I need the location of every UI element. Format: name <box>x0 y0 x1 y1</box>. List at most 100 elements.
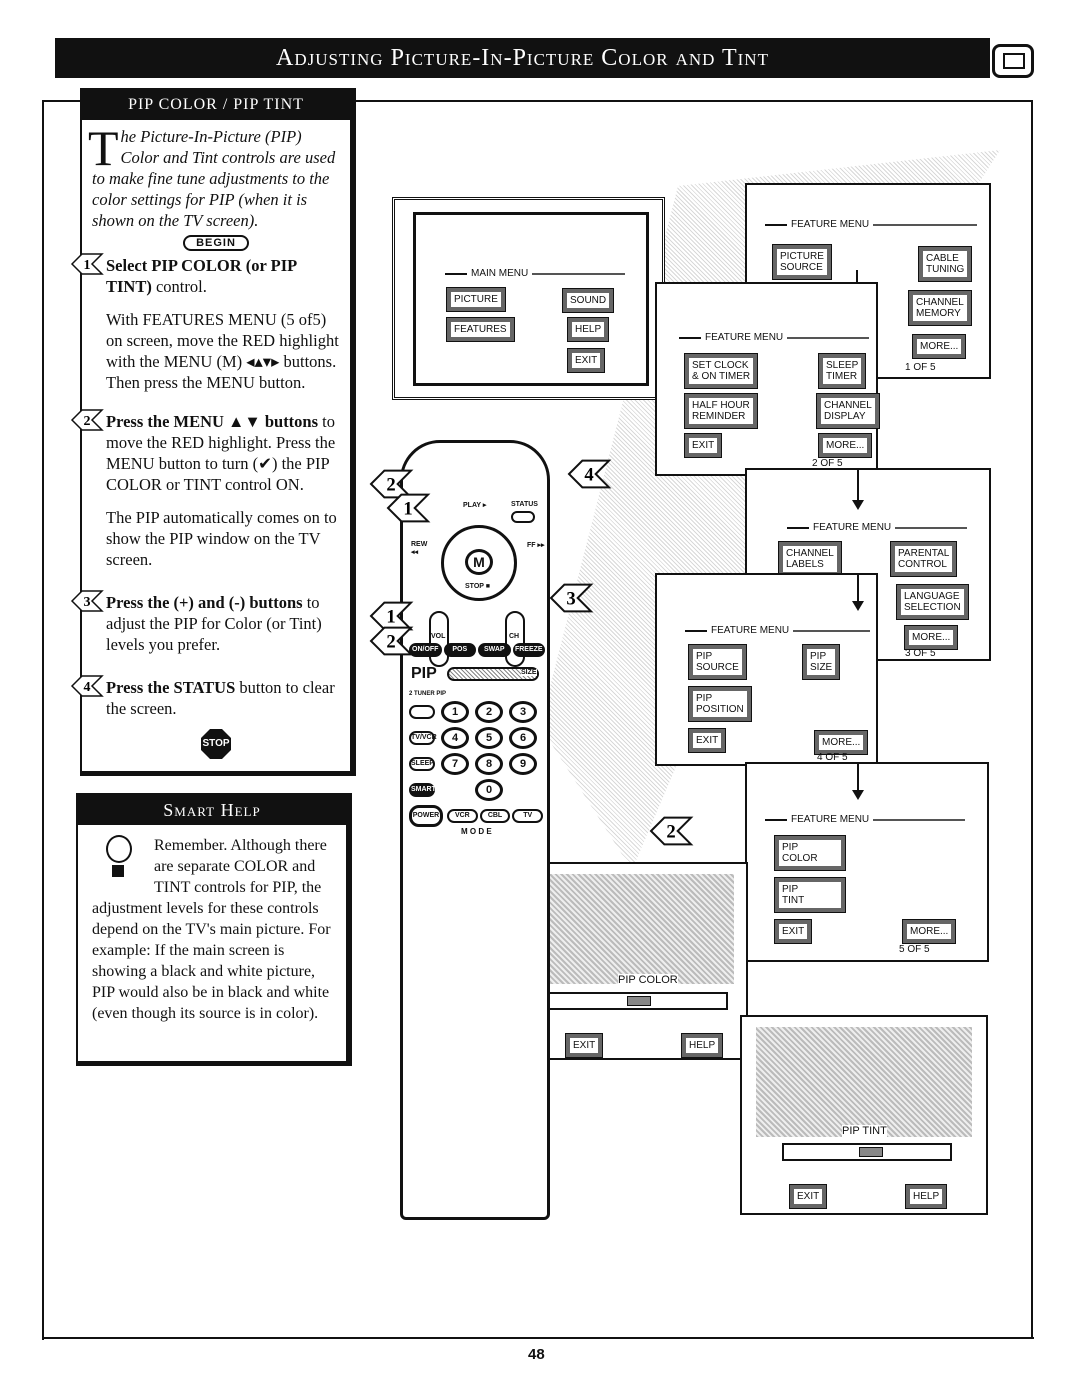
help-button[interactable]: HELP <box>904 1184 948 1209</box>
help-button[interactable]: HELP <box>680 1033 724 1058</box>
menu-item-exit[interactable]: EXIT <box>687 728 727 753</box>
pip-label: PIP <box>411 665 437 682</box>
menu-item[interactable]: SET CLOCK & ON TIMER <box>683 353 759 389</box>
svg-text:4: 4 <box>584 465 593 486</box>
step-detail: The PIP automatically comes on to show t… <box>106 508 337 569</box>
status-label: STATUS <box>511 501 538 508</box>
svg-text:4: 4 <box>84 680 91 695</box>
exit-button[interactable]: EXIT <box>564 1033 604 1058</box>
step-3: 3 Press the (+) and (-) buttons to adjust… <box>70 590 350 655</box>
number-key[interactable]: 6 <box>509 727 537 749</box>
menu-item[interactable]: LANGUAGE SELECTION <box>896 584 969 620</box>
feature-menu-4: FEATURE MENU PIP SOURCE PIP SIZE PIP POS… <box>655 573 878 766</box>
menu-item-exit[interactable]: EXIT <box>683 433 723 458</box>
pip-key[interactable]: POS <box>443 643 476 657</box>
menu-item[interactable]: PIP SOURCE <box>688 644 747 680</box>
frame-line <box>42 100 82 102</box>
slider-thumb[interactable] <box>627 996 651 1006</box>
menu-item[interactable]: PIP SIZE <box>801 644 841 680</box>
menu-item[interactable]: SLEEP TIMER <box>817 353 867 389</box>
step-number-icon: 3 <box>70 589 104 613</box>
stop-sign: STOP <box>201 729 231 759</box>
svg-text:3: 3 <box>566 589 575 610</box>
tv-picture-image <box>534 874 734 984</box>
step-callout-icon: 2 <box>648 815 694 847</box>
menu-item-sound[interactable]: SOUND <box>561 288 615 313</box>
mode-key[interactable]: VCR <box>447 809 478 823</box>
menu-item[interactable]: PIP POSITION <box>688 686 752 722</box>
number-key[interactable]: 2 <box>475 701 503 723</box>
menu-item-pip-color[interactable]: PIP COLOR <box>774 835 846 871</box>
tuner-pip-label: 2 TUNER PIP <box>409 691 447 697</box>
feature-menu-2: FEATURE MENU SET CLOCK & ON TIMER SLEEP … <box>655 282 880 476</box>
pip-color-slider[interactable] <box>544 992 728 1010</box>
smart-button[interactable]: SMART <box>409 783 436 797</box>
menu-item-more[interactable]: MORE... <box>817 433 873 458</box>
dropcap: T <box>88 120 119 176</box>
remote-control: PLAY ▸ STATUS M REW ◂◂ FF ▸▸ STOP ■ VOL … <box>400 440 550 1220</box>
page-number: 48 <box>528 1346 545 1363</box>
svg-text:2: 2 <box>386 632 395 653</box>
mode-key[interactable]: TV <box>512 809 544 823</box>
mode-key[interactable]: CBL <box>479 809 511 823</box>
menu-item-picture[interactable]: PICTURE <box>446 287 506 312</box>
pip-tint-slider[interactable] <box>782 1143 952 1161</box>
mode-label: M O D E <box>461 827 492 836</box>
power-button[interactable]: POWER <box>409 805 443 827</box>
menu-item[interactable]: CHANNEL DISPLAY <box>816 393 880 429</box>
ab-button[interactable] <box>409 705 435 719</box>
number-key[interactable]: 4 <box>441 727 469 749</box>
step-4: 4 Press the STATUS button to clear the sc… <box>70 675 350 719</box>
menu-item-features[interactable]: FEATURES <box>446 317 515 342</box>
svg-text:1: 1 <box>84 258 91 273</box>
size-label[interactable]: SIZE <box>521 669 537 676</box>
menu-item-more[interactable]: MORE... <box>911 334 967 359</box>
begin-badge: BEGIN <box>183 235 249 251</box>
menu-item[interactable]: CABLE TUNING <box>917 246 973 282</box>
number-key[interactable]: 5 <box>475 727 503 749</box>
step-number-icon: 1 <box>70 252 104 276</box>
menu-item-exit[interactable]: EXIT <box>566 348 606 373</box>
tv-vcr-button[interactable]: TV/VCR <box>409 731 437 745</box>
sleep-button[interactable]: SLEEP <box>409 757 435 771</box>
number-key[interactable]: 9 <box>509 753 537 775</box>
menu-title: FEATURE MENU <box>685 625 870 636</box>
ff-label: FF ▸▸ <box>527 542 545 549</box>
pip-key[interactable]: SWAP <box>478 643 511 657</box>
step-text: control. <box>151 277 207 296</box>
step-callout-icon: 4 <box>566 458 612 490</box>
menu-item-exit[interactable]: EXIT <box>773 919 813 944</box>
menu-item[interactable]: CHANNEL LABELS <box>778 541 842 577</box>
svg-text:2: 2 <box>666 822 675 843</box>
menu-title: FEATURE MENU <box>787 522 967 533</box>
menu-item-more[interactable]: MORE... <box>903 625 959 650</box>
pip-color-label: PIP COLOR <box>618 974 678 986</box>
frame-line <box>42 100 44 1340</box>
menu-item-pip-tint[interactable]: PIP TINT <box>774 877 846 913</box>
slider-thumb[interactable] <box>858 1147 883 1157</box>
menu-item[interactable]: CHANNEL MEMORY <box>908 290 972 326</box>
number-key[interactable]: 3 <box>509 701 537 723</box>
menu-title: MAIN MENU <box>445 268 625 279</box>
menu-item-more[interactable]: MORE... <box>813 730 869 755</box>
menu-item[interactable]: PARENTAL CONTROL <box>889 541 958 577</box>
status-button[interactable] <box>511 511 535 523</box>
number-key[interactable]: 7 <box>441 753 469 775</box>
ch-label: CH <box>509 633 520 640</box>
svg-text:3: 3 <box>84 595 91 610</box>
down-arrow-icon <box>852 470 864 510</box>
exit-button[interactable]: EXIT <box>788 1184 828 1209</box>
step-1: 1 Select PIP COLOR (or PIP TINT) control.… <box>70 253 350 393</box>
page-title: Adjusting Picture-In-Picture Color and T… <box>55 38 990 78</box>
menu-item[interactable]: HALF HOUR REMINDER <box>684 393 758 429</box>
page-indicator: 5 OF 5 <box>899 944 930 955</box>
down-arrow-icon <box>852 764 864 800</box>
menu-item[interactable]: PICTURE SOURCE <box>772 244 832 280</box>
pip-key[interactable]: FREEZE <box>512 643 545 657</box>
menu-item-help[interactable]: HELP <box>566 317 610 342</box>
number-key[interactable]: 0 <box>475 779 503 801</box>
menu-item-more[interactable]: MORE... <box>901 919 957 944</box>
number-key[interactable]: 1 <box>441 701 469 723</box>
menu-button[interactable]: M <box>465 549 493 575</box>
number-key[interactable]: 8 <box>475 753 503 775</box>
